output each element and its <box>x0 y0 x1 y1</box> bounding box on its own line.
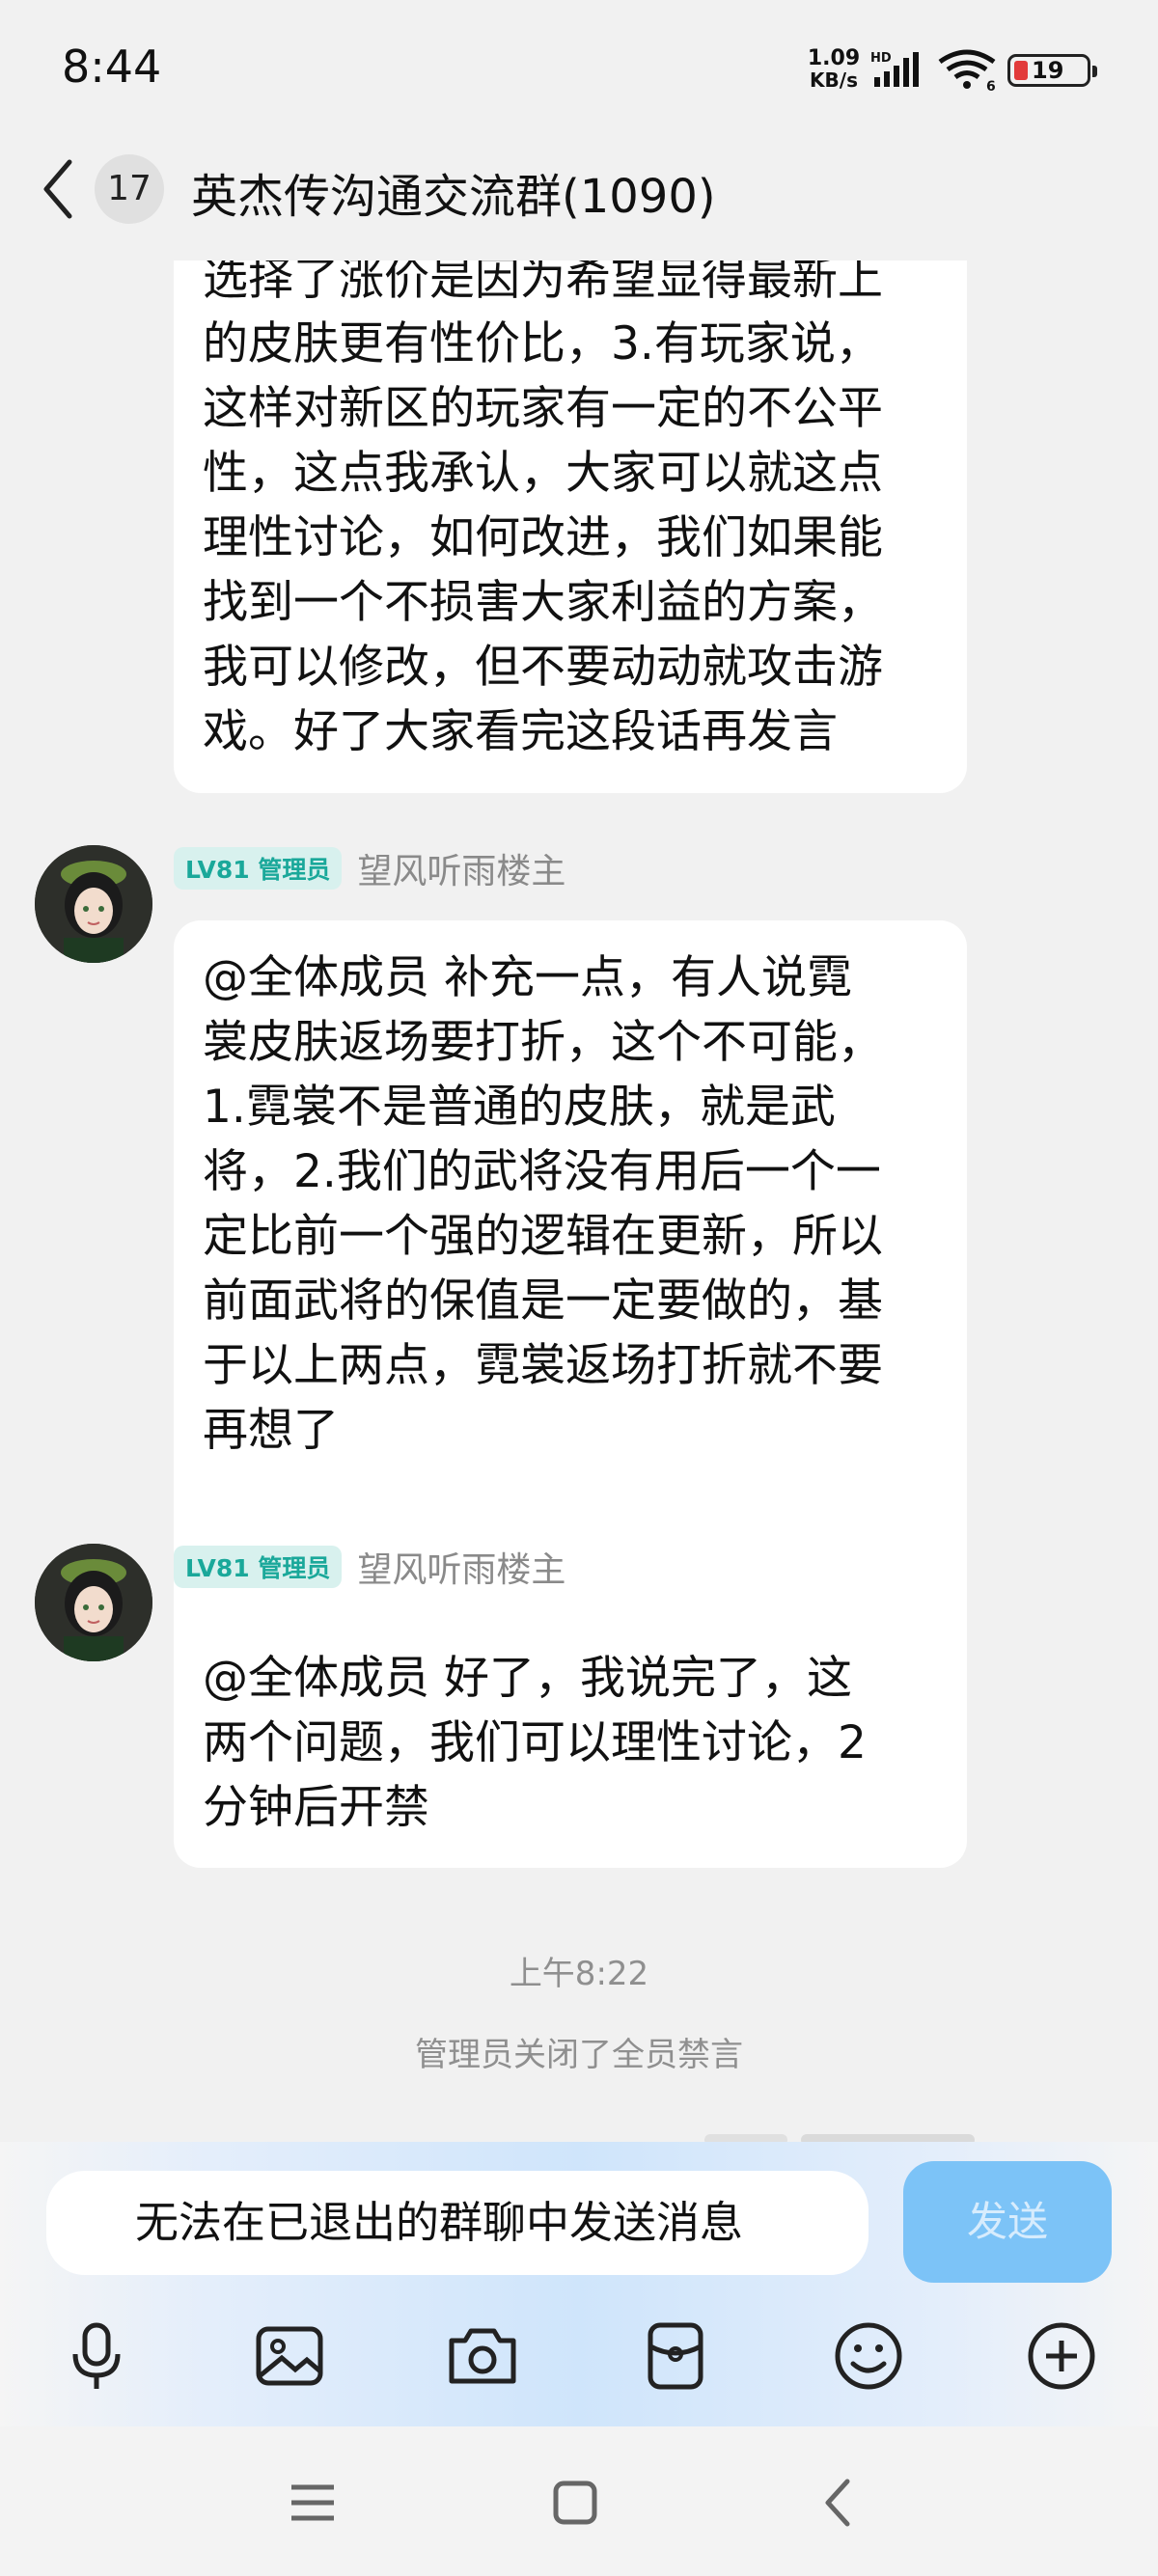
message-line: 戏。好了大家看完这段话再发言 <box>203 705 838 758</box>
message-bubble[interactable]: @全体成员 好了，我说完了，这 两个问题，我们可以理性讨论，2 分钟后开禁 <box>174 1621 967 1868</box>
message-input[interactable]: 无法在已退出的群聊中发送消息 <box>46 2171 868 2275</box>
status-bar: 8:44 1.09 KB/s HD 6 19 <box>0 0 1158 135</box>
message-line: 找到一个不损害大家利益的方案， <box>203 576 883 629</box>
sender-name[interactable]: 望风听雨楼主 <box>357 1542 565 1592</box>
network-speed: 1.09 KB/s <box>805 46 863 92</box>
emoji-icon[interactable] <box>830 2317 907 2395</box>
wifi-icon: 6 <box>938 48 1000 95</box>
menu-icon[interactable] <box>284 2474 342 2532</box>
chat-title[interactable]: 英杰传沟通交流群(1090) <box>191 158 716 226</box>
network-type-label: HD <box>870 51 892 66</box>
message-line: 性，这点我承认，大家可以就这点 <box>203 447 883 500</box>
message-list[interactable]: 选择了涨价是因为希望显得最新上 的皮肤更有性价比，3.有玩家说， 这样对新区的玩… <box>0 260 1158 2142</box>
network-speed-unit: KB/s <box>810 69 858 92</box>
message-bubble[interactable]: 选择了涨价是因为希望显得最新上 的皮肤更有性价比，3.有玩家说， 这样对新区的玩… <box>174 260 967 793</box>
status-time: 8:44 <box>62 41 162 93</box>
message-line: 将，2.我们的武将没有用后一个一 <box>203 1145 881 1198</box>
battery-icon: 19 <box>1007 54 1097 87</box>
avatar[interactable] <box>35 1544 152 1661</box>
message-line: 我可以修改，但不要动动就攻击游 <box>203 641 883 694</box>
message-line: 两个问题，我们可以理性讨论，2 <box>203 1716 867 1769</box>
message-line: 分钟后开禁 <box>203 1781 429 1834</box>
send-button[interactable]: 发送 <box>903 2161 1112 2283</box>
system-message: 管理员关闭了全员禁言 <box>415 2036 743 2074</box>
message-line: 选择了涨价是因为希望显得最新上 <box>203 260 883 306</box>
message-line: 理性讨论，如何改进，我们如果能 <box>203 511 883 564</box>
home-icon[interactable] <box>546 2474 604 2532</box>
message-line: 再想了 <box>203 1404 339 1457</box>
message-line: @全体成员 补充一点，有人说霓 <box>203 951 852 1004</box>
wifi-label: 6 <box>986 79 996 93</box>
message-line: 1.霓裳不是普通的皮肤，就是武 <box>203 1081 836 1134</box>
message-line: 定比前一个强的逻辑在更新，所以 <box>203 1210 883 1263</box>
battery-cap <box>1092 66 1097 77</box>
message-timestamp: 上午8:22 <box>509 1955 649 1993</box>
signal-icon: HD <box>870 50 928 89</box>
sender-row: LV81 管理员 望风听雨楼主 <box>174 1546 565 1590</box>
level-badge: LV81 管理员 <box>174 847 343 890</box>
red-packet-icon[interactable] <box>637 2317 714 2395</box>
message-line: 这样对新区的玩家有一定的不公平 <box>203 382 883 435</box>
message-line: 前面武将的保值是一定要做的，基 <box>203 1274 883 1328</box>
battery-level-fill <box>1014 61 1028 80</box>
message-line: 裳皮肤返场要打折，这个不可能， <box>203 1016 883 1069</box>
image-icon[interactable] <box>251 2317 328 2395</box>
message-line: 于以上两点，霓裳返场打折就不要 <box>203 1339 883 1392</box>
camera-icon[interactable] <box>444 2317 521 2395</box>
message-line: 的皮肤更有性价比，3.有玩家说， <box>203 317 881 370</box>
sender-name[interactable]: 望风听雨楼主 <box>357 843 565 893</box>
back-icon[interactable] <box>811 2474 868 2532</box>
unread-count-badge[interactable]: 17 <box>95 154 164 224</box>
message-line: @全体成员 好了，我说完了，这 <box>203 1652 852 1705</box>
plus-icon[interactable] <box>1023 2317 1100 2395</box>
network-speed-value: 1.09 <box>807 46 861 70</box>
microphone-icon[interactable] <box>58 2317 135 2395</box>
back-arrow-icon[interactable] <box>35 154 83 224</box>
level-badge: LV81 管理员 <box>174 1546 343 1588</box>
sender-row: LV81 管理员 望风听雨楼主 <box>174 847 565 891</box>
avatar[interactable] <box>35 845 152 963</box>
battery-level: 19 <box>1032 57 1064 84</box>
